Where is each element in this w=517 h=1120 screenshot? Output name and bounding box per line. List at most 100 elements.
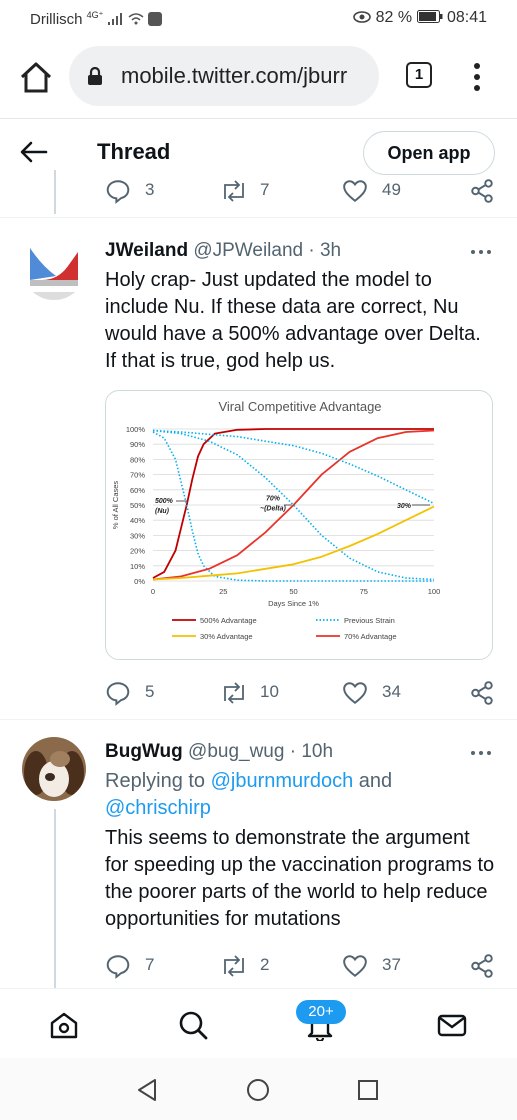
thread-connector-line	[54, 809, 56, 989]
browser-home-icon[interactable]	[18, 60, 54, 94]
reply-count: 5	[145, 682, 155, 701]
handle-and-time[interactable]: @JPWeiland · 3h	[193, 240, 341, 261]
browser-menu-icon[interactable]	[470, 62, 484, 92]
legend-label: 70% Advantage	[344, 632, 397, 641]
search-icon[interactable]	[177, 1009, 209, 1041]
heart-icon	[343, 682, 367, 704]
signal-icon	[107, 13, 122, 25]
chart: Viral Competitive Advantage 0% 10% 20% 30% 40…	[111, 399, 441, 641]
reply-icon	[106, 682, 130, 706]
y-tick-label: 80%	[130, 455, 145, 464]
bottom-navigation	[0, 988, 517, 1058]
y-tick-label: 10%	[130, 562, 145, 571]
lock-icon	[88, 67, 102, 85]
series-line	[152, 431, 434, 582]
tweet-text: Holy crap- Just updated the model to inc…	[105, 269, 481, 372]
url-text: mobile.twitter.com/jburr	[121, 63, 348, 88]
system-back-icon[interactable]	[136, 1078, 158, 1102]
reply-and-label: and	[353, 770, 393, 792]
y-tick-label: 40%	[130, 516, 145, 525]
x-tick-label: 50	[289, 587, 297, 596]
x-tick-label: 100	[428, 587, 441, 596]
replying-to-label: Replying to	[105, 770, 211, 792]
y-tick-label: 100%	[126, 425, 146, 434]
x-tick-label: 0	[151, 587, 155, 596]
clock: 08:41	[446, 9, 487, 26]
annotation-label: (Nu)	[155, 508, 170, 515]
reply-count: 7	[145, 955, 155, 974]
reply-icon	[106, 955, 130, 979]
tweet-header: JWeiland @JPWeiland · 3h	[105, 240, 341, 262]
retweet-count: 10	[260, 682, 279, 701]
tweet-header: BugWug @bug_wug · 10h	[105, 741, 333, 763]
x-tick-label: 75	[360, 587, 368, 596]
tweet[interactable]: BugWug @bug_wug · 10h Replying to @jburn…	[0, 721, 517, 989]
open-app-button[interactable]: Open app	[363, 131, 495, 175]
reply-icon	[106, 180, 130, 204]
like-count: 34	[382, 682, 401, 701]
y-tick-label: 0%	[134, 577, 145, 586]
avatar-chart-image	[22, 236, 86, 300]
tweet-image-chart[interactable]: Viral Competitive Advantage 0% 10% 20% 30% 40…	[105, 390, 493, 660]
status-right: 82 % 08:41	[353, 9, 487, 27]
reply-context: Replying to @jburnmurdoch and @chrischir…	[105, 768, 495, 822]
battery-percent: 82 %	[375, 9, 413, 26]
tab-switcher-button[interactable]: 1	[406, 62, 432, 88]
status-bar: Drillisch 4G⁺ 82 % 08:41	[0, 0, 517, 38]
more-options-icon[interactable]	[470, 248, 492, 256]
action-bar: 7 2 37	[105, 951, 495, 981]
system-home-icon[interactable]	[246, 1078, 270, 1102]
y-tick-label: 50%	[130, 501, 145, 510]
legend-label: 30% Advantage	[200, 632, 253, 641]
like-count: 49	[382, 180, 401, 199]
home-icon[interactable]	[48, 1009, 80, 1041]
retweet-icon	[224, 180, 244, 202]
retweet-count: 2	[260, 955, 270, 974]
annotation-label: 70%	[266, 495, 281, 502]
action-bar: 3 7 49	[105, 176, 495, 206]
messages-icon[interactable]	[436, 1009, 468, 1041]
network-label: 4G⁺	[86, 10, 104, 20]
back-arrow-icon[interactable]	[18, 139, 48, 165]
y-axis-label: % of All Cases	[111, 481, 120, 530]
display-name[interactable]: BugWug	[105, 741, 183, 762]
app-notification-icon	[147, 12, 162, 26]
like-count: 37	[382, 955, 401, 974]
mention-link[interactable]: @jburnmurdoch	[211, 770, 354, 792]
thread-connector-line	[54, 170, 56, 214]
y-tick-label: 20%	[130, 547, 145, 556]
avatar[interactable]	[22, 737, 86, 801]
system-navigation-bar	[0, 1058, 517, 1120]
display-name[interactable]: JWeiland	[105, 240, 188, 261]
series-line	[152, 428, 434, 579]
x-tick-label: 25	[219, 587, 227, 596]
handle-and-time[interactable]: @bug_wug · 10h	[188, 741, 333, 762]
retweet-count: 7	[260, 180, 270, 199]
x-axis-label: Days Since 1%	[268, 599, 319, 608]
chart-title: Viral Competitive Advantage	[218, 399, 381, 414]
share-icon	[471, 954, 493, 978]
legend-label: Previous Strain	[344, 616, 395, 625]
system-recents-icon[interactable]	[357, 1079, 379, 1101]
legend-label: 500% Advantage	[200, 616, 257, 625]
notifications-badge: 20+	[296, 1000, 346, 1024]
heart-icon	[343, 180, 367, 202]
y-tick-label: 60%	[130, 486, 145, 495]
avatar-dog-image	[22, 737, 86, 801]
share-icon	[471, 681, 493, 705]
y-tick-label: 90%	[130, 440, 145, 449]
eye-icon	[353, 11, 371, 23]
address-bar[interactable]: mobile.twitter.com/jburr	[69, 46, 379, 106]
avatar[interactable]	[22, 236, 86, 300]
more-options-icon[interactable]	[470, 749, 492, 757]
wifi-icon	[128, 13, 144, 25]
retweet-icon	[224, 682, 244, 704]
share-icon	[471, 179, 493, 203]
page-title: Thread	[97, 139, 171, 164]
status-left: Drillisch 4G⁺	[30, 10, 162, 28]
mention-link[interactable]: @chrischirp	[105, 797, 211, 819]
tweet-text: This seems to demonstrate the argument f…	[105, 827, 495, 930]
annotation-label: 500%	[155, 498, 174, 505]
browser-toolbar: mobile.twitter.com/jburr 1	[0, 38, 517, 116]
reply-count: 3	[145, 180, 155, 199]
